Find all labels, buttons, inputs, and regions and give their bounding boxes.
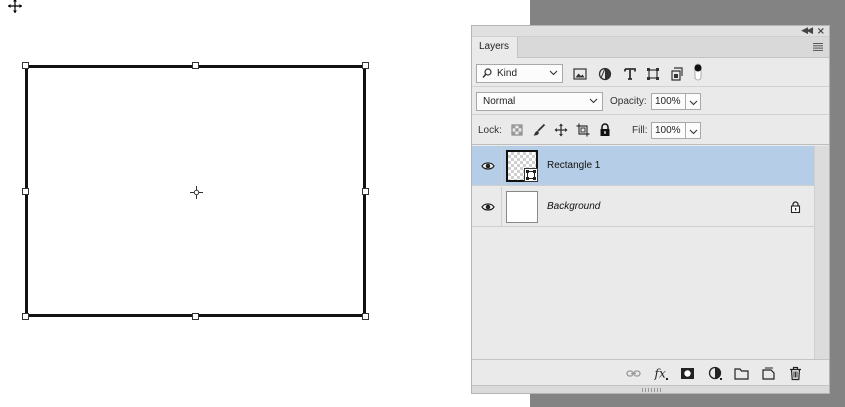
mask-icon[interactable] — [680, 366, 695, 381]
lock-label: Lock: — [478, 125, 502, 136]
collapse-panel-icon[interactable]: ◀◀ — [801, 26, 813, 37]
layers-bottom-toolbar: fx — [472, 359, 829, 386]
layer-lock-icon[interactable] — [790, 201, 801, 213]
layer-filter-row: Kind — [472, 59, 829, 87]
lock-all-icon[interactable] — [598, 123, 612, 137]
chevron-down-icon — [689, 100, 698, 106]
visibility-toggle[interactable] — [472, 187, 502, 227]
lock-image-pixels-icon[interactable] — [532, 123, 546, 137]
shape-layer-badge-icon — [524, 168, 538, 182]
folder-icon[interactable] — [734, 366, 749, 381]
move-cursor-icon — [8, 0, 22, 13]
blend-mode-value: Normal — [483, 96, 516, 107]
filter-smart-objects-icon[interactable] — [670, 67, 684, 81]
filter-kind-label: Kind — [497, 68, 518, 79]
opacity-dropdown[interactable] — [686, 93, 701, 110]
trash-icon[interactable] — [788, 366, 803, 381]
layer-name[interactable]: Rectangle 1 — [547, 160, 600, 171]
transform-handle-top-right[interactable] — [362, 62, 369, 69]
layer-row-background[interactable]: Background — [472, 187, 815, 227]
chevron-down-icon — [549, 70, 558, 76]
svg-text:fx: fx — [654, 367, 666, 381]
transform-handle-top-center[interactable] — [192, 62, 199, 69]
visibility-toggle[interactable] — [472, 146, 502, 186]
opacity-label: Opacity: — [610, 96, 647, 107]
eye-icon — [481, 162, 495, 170]
eye-icon — [481, 203, 495, 211]
panel-tab-strip: Layers — [472, 37, 829, 58]
filter-kind-select[interactable]: Kind — [476, 64, 563, 83]
link-icon[interactable] — [626, 366, 641, 381]
layer-name[interactable]: Background — [547, 201, 600, 212]
transform-handle-bottom-left[interactable] — [22, 313, 29, 320]
chevron-down-icon — [689, 129, 698, 135]
lock-row: Lock: Fill: 100% — [472, 116, 829, 145]
panel-title-bar[interactable]: ◀◀ × — [472, 26, 829, 37]
opacity-input[interactable]: 100% — [651, 93, 686, 110]
blend-mode-select[interactable]: Normal — [476, 92, 603, 111]
filter-pixel-layers-icon[interactable] — [573, 67, 587, 81]
layer-thumbnail[interactable] — [506, 191, 538, 223]
filter-toggle-icon[interactable] — [694, 63, 702, 81]
panel-resize-grip[interactable] — [472, 385, 829, 393]
layers-list: Rectangle 1 Background — [472, 146, 815, 359]
fill-label: Fill: — [632, 125, 648, 136]
blend-mode-row: Normal Opacity: 100% — [472, 88, 829, 115]
lock-position-icon[interactable] — [554, 123, 568, 137]
adjustment-icon[interactable] — [708, 366, 723, 381]
reference-point-icon[interactable] — [190, 186, 203, 199]
close-panel-icon[interactable]: × — [817, 26, 825, 37]
lock-artboard-icon[interactable] — [576, 123, 590, 137]
filter-shape-layers-icon[interactable] — [646, 67, 660, 81]
transform-handle-bottom-center[interactable] — [192, 313, 199, 320]
lock-transparent-pixels-icon[interactable] — [510, 123, 524, 137]
document-canvas[interactable] — [0, 0, 530, 407]
filter-adjustment-layers-icon[interactable] — [598, 67, 612, 81]
filter-type-layers-icon[interactable] — [623, 67, 637, 81]
panel-menu-icon[interactable] — [813, 43, 823, 51]
layer-thumbnail[interactable] — [506, 150, 538, 182]
chevron-down-icon — [589, 98, 598, 104]
tab-layers[interactable]: Layers — [472, 37, 518, 58]
transform-handle-middle-right[interactable] — [362, 188, 369, 195]
fill-dropdown[interactable] — [686, 122, 701, 139]
layers-panel: ◀◀ × Layers Kind Normal Opacity: 100% Lo… — [471, 25, 830, 394]
new-layer-icon[interactable] — [761, 366, 776, 381]
transform-handle-top-left[interactable] — [22, 62, 29, 69]
grip-dots — [642, 388, 662, 392]
fx-icon[interactable]: fx — [654, 366, 669, 381]
layer-row-rectangle-1[interactable]: Rectangle 1 — [472, 146, 815, 186]
search-icon — [482, 68, 492, 78]
fill-input[interactable]: 100% — [651, 122, 686, 139]
transform-handle-bottom-right[interactable] — [362, 313, 369, 320]
layers-scrollbar[interactable] — [814, 146, 829, 359]
transform-handle-middle-left[interactable] — [22, 188, 29, 195]
